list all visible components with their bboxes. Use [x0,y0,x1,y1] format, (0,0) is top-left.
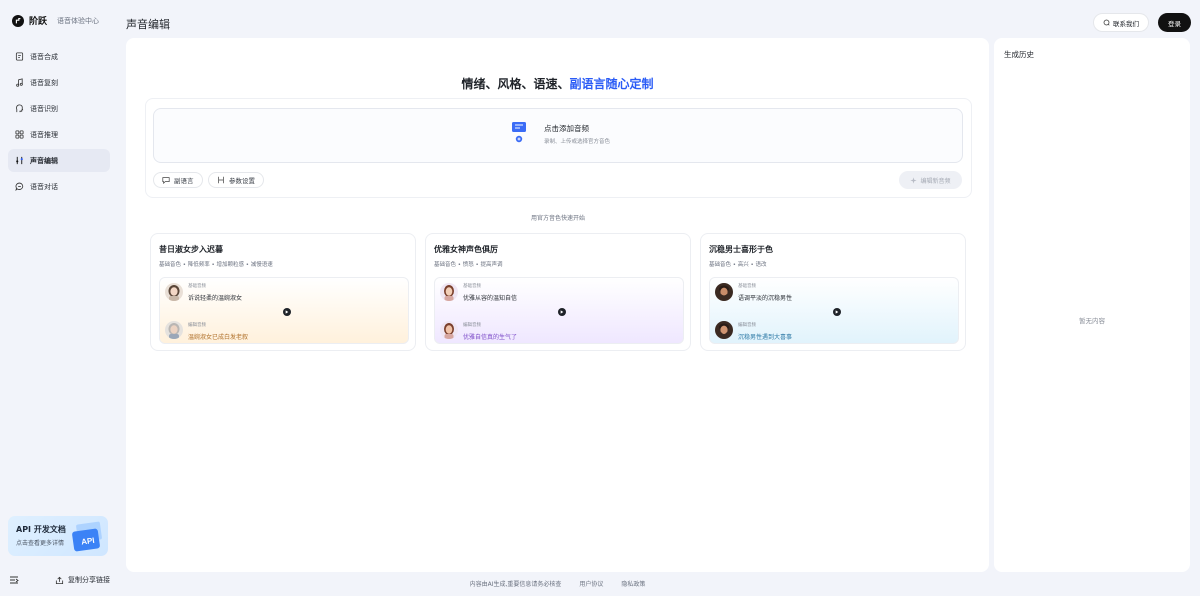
sparkle-icon [910,176,918,184]
base-audio-text: 优雅从容的温知自信 [463,295,518,302]
play-icon[interactable] [833,308,841,316]
avatar [440,283,458,301]
avatar [165,283,183,301]
edited-audio-text: 温婉淑女已成白发老叙 [188,334,249,341]
login-button[interactable]: 登录 [1158,13,1191,32]
example-card-2[interactable]: 优雅女神声色俱厉 基础音色 • 愤怒 • 提高声调 基础音频 优雅从容的温知自信… [425,233,691,351]
example-card-1[interactable]: 昔日淑女步入迟暮 基础音色 • 降低频率 • 增加颗粒感 • 减慢语速 基础音频… [150,233,416,351]
chat-bubble-icon [15,182,24,191]
sidebar-item-label: 语音对话 [30,182,58,191]
play-icon[interactable] [558,308,566,316]
hero-title-prefix: 情绪、风格、语速、 [461,77,570,91]
share-icon [55,576,64,584]
history-empty-text: 暂无内容 [1079,317,1105,325]
hero-title: 情绪、风格、语速、副语言随心定制 [126,75,989,92]
quick-start-label: 用官方音色快速开始 [530,215,585,222]
audio-file-icon [512,122,526,143]
sliders-icon [15,156,24,165]
page-title: 声音编辑 [126,18,170,31]
upload-title: 点击添加音频 [544,124,589,133]
edit-new-audio-label: 编辑新音频 [920,177,951,185]
sidebar-item-speech-recognition[interactable]: 语音识别 [8,97,110,120]
sidebar-item-label: 语音推理 [30,130,58,139]
sidebar-item-label: 语音复刻 [30,78,58,87]
speech-bubble-icon [162,177,170,184]
edited-audio-label: 编辑音频 [188,323,206,328]
brand-name: 阶跃 [29,17,48,27]
sidebar-item-voice-editing[interactable]: 声音编辑 [8,149,110,172]
document-audio-icon [15,52,24,61]
avatar [715,321,733,339]
collapse-sidebar-icon[interactable] [8,574,20,586]
sidebar: 阶跃 语音体验中心 语音合成 语音复刻 语音识别 语音推理 声音编辑 语音对话 … [0,0,118,596]
brand[interactable]: 阶跃 语音体验中心 [12,14,99,27]
play-icon[interactable] [283,308,291,316]
paralanguage-label: 副语言 [174,177,194,185]
card-tags: 基础音色 • 降低频率 • 增加颗粒感 • 减慢语速 [159,262,273,268]
svg-text:API: API [81,536,95,547]
upload-audio-zone[interactable] [153,108,963,163]
sidebar-item-speech-synthesis[interactable]: 语音合成 [8,45,110,68]
grid-icon [15,130,24,139]
parameter-settings-label: 参数设置 [229,177,255,185]
card-tags: 基础音色 • 愤怒 • 提高声调 [434,262,503,268]
music-note-icon [15,78,24,87]
sidebar-bottom: 复制分享链接 [8,572,110,588]
share-label: 复制分享链接 [68,576,110,584]
edited-audio-label: 编辑音频 [463,323,481,328]
headset-icon [1103,19,1110,26]
edited-audio-text: 沉稳男性遇到大喜事 [738,334,793,341]
parameter-settings-button[interactable]: 参数设置 [208,172,264,188]
avatar [715,283,733,301]
base-audio-label: 基础音频 [738,284,756,289]
sidebar-item-voice-chat[interactable]: 语音对话 [8,175,110,198]
base-audio-label: 基础音频 [463,284,481,289]
edited-audio-text: 优雅自信真的生气了 [463,334,518,341]
brand-subtitle: 语音体验中心 [57,16,100,25]
ai-disclaimer: 内容由AI生成,重要信息请务必核查 [469,581,562,588]
contact-us-button[interactable]: 联系我们 [1093,13,1149,32]
api-docs-card[interactable]: API 开发文档 点击查看更多详情 API [8,516,108,556]
example-card-3[interactable]: 沉稳男士喜形于色 基础音色 • 高兴 • 语改 基础音频 语调平淡的沉稳男性 编… [700,233,966,351]
user-agreement-link[interactable]: 用户协议 [579,579,603,588]
speaking-head-icon [15,104,24,113]
stepfun-logo-icon [12,14,24,27]
paralanguage-button[interactable]: 副语言 [153,172,203,188]
card-audio-compare: 基础音频 诉说轻柔的温婉淑女 编辑音频 温婉淑女已成白发老叙 [159,277,409,344]
sidebar-item-label: 语音识别 [30,104,58,113]
avatar [165,321,183,339]
sidebar-item-voice-clone[interactable]: 语音复刻 [8,71,110,94]
footer: 内容由AI生成,重要信息请务必核查 用户协议 隐私政策 [126,579,989,588]
edited-audio-label: 编辑音频 [738,323,756,328]
hero-title-accent: 副语言随心定制 [569,77,654,91]
api-badge-icon: API [72,521,102,552]
base-audio-text: 语调平淡的沉稳男性 [738,295,793,302]
contact-us-label: 联系我们 [1113,19,1139,28]
card-title: 优雅女神声色俱厉 [434,245,498,254]
edit-new-audio-button[interactable]: 编辑新音频 [899,171,962,189]
avatar [440,321,458,339]
card-title: 沉稳男士喜形于色 [709,245,773,254]
sidebar-nav: 语音合成 语音复刻 语音识别 语音推理 声音编辑 语音对话 [8,45,110,201]
sidebar-item-speech-reasoning[interactable]: 语音推理 [8,123,110,146]
adjust-icon [218,176,224,184]
copy-share-link-button[interactable]: 复制分享链接 [55,575,110,585]
card-title: 昔日淑女步入迟暮 [159,245,223,254]
card-tags: 基础音色 • 高兴 • 语改 [709,262,767,268]
upload-subtitle: 录制、上传或选择官方音色 [544,139,611,145]
base-audio-text: 诉说轻柔的温婉淑女 [188,295,243,302]
privacy-policy-link[interactable]: 隐私政策 [621,579,645,588]
base-audio-label: 基础音频 [188,284,206,289]
sidebar-item-label: 声音编辑 [30,156,58,165]
card-audio-compare: 基础音频 语调平淡的沉稳男性 编辑音频 沉稳男性遇到大喜事 [709,277,959,344]
card-audio-compare: 基础音频 优雅从容的温知自信 编辑音频 优雅自信真的生气了 [434,277,684,344]
history-panel: 生成历史 暂无内容 [994,38,1190,572]
history-title: 生成历史 [1004,50,1034,59]
sidebar-item-label: 语音合成 [30,52,58,61]
